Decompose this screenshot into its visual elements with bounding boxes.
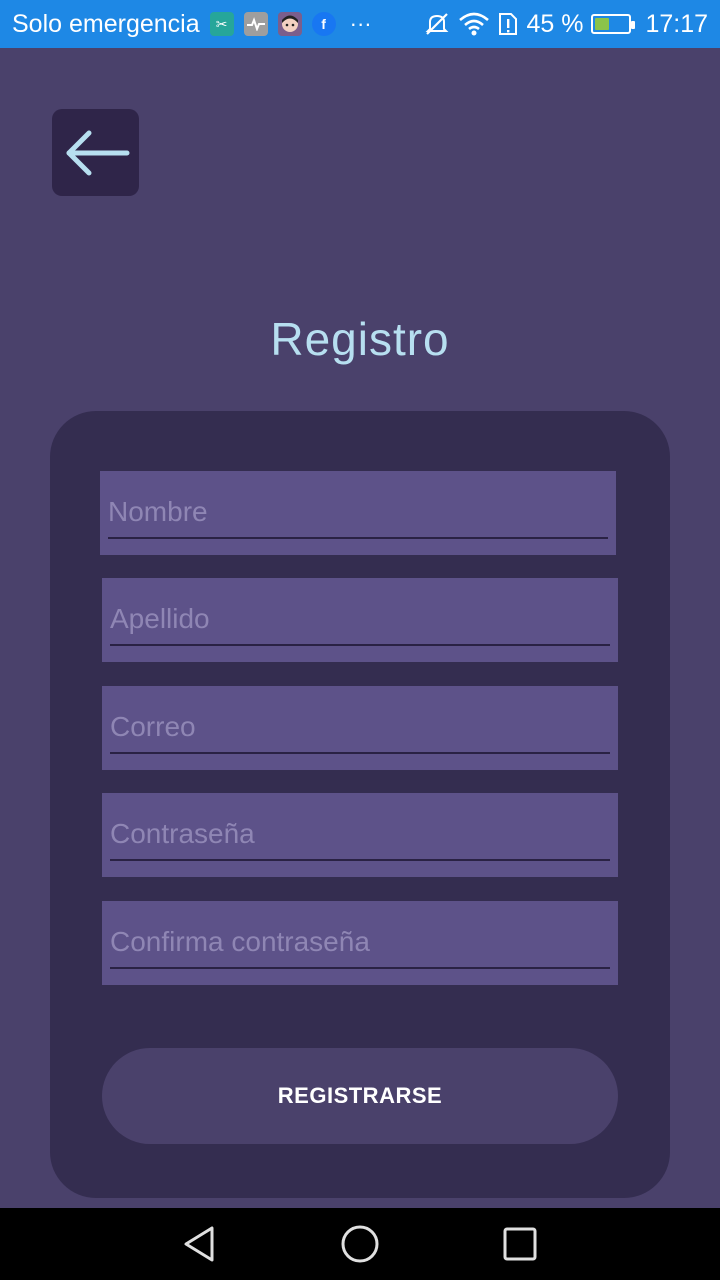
back-button[interactable] [52, 109, 139, 196]
apellido-field-container [102, 578, 618, 662]
overflow-indicator: ··· [349, 11, 372, 36]
page-title: Registro [270, 313, 450, 365]
password-input[interactable] [110, 809, 610, 861]
scissors-app-icon: ✂ [209, 12, 234, 36]
correo-input[interactable] [110, 702, 610, 754]
back-triangle-icon [180, 1224, 220, 1264]
confirm-field-container [102, 901, 618, 985]
confirm-password-input[interactable] [110, 917, 610, 969]
nav-home-button[interactable] [310, 1208, 410, 1280]
nav-back-button[interactable] [150, 1208, 250, 1280]
home-circle-icon [340, 1224, 380, 1264]
wifi-icon [458, 11, 490, 37]
register-button[interactable]: REGISTRARSE [102, 1048, 618, 1144]
arrow-left-icon [61, 128, 131, 178]
registration-form-card: REGISTRARSE [50, 411, 670, 1198]
correo-field-container [102, 686, 618, 770]
sim-alert-icon [498, 11, 518, 37]
status-bar: Solo emergencia ✂ f ··· 45 % 17:17 [0, 0, 720, 48]
battery-level [595, 18, 610, 30]
apellido-input[interactable] [110, 594, 610, 646]
health-app-icon [243, 12, 268, 36]
contrasena-field-container [102, 793, 618, 877]
battery-percent: 45 % [526, 9, 584, 38]
nombre-input[interactable] [108, 487, 608, 539]
navigation-bar [0, 1208, 720, 1280]
facebook-icon: f [311, 12, 336, 36]
notification-icons: ✂ f ··· [209, 11, 372, 37]
battery-icon [591, 14, 636, 34]
nombre-field-container [100, 471, 616, 555]
mute-icon [424, 11, 450, 37]
recents-square-icon [502, 1226, 538, 1262]
clock: 17:17 [645, 9, 708, 38]
nav-recents-button[interactable] [470, 1208, 570, 1280]
carrier-label: Solo emergencia [12, 9, 200, 38]
avatar-app-icon [277, 12, 302, 36]
system-status: 45 % 17:17 [424, 10, 708, 39]
